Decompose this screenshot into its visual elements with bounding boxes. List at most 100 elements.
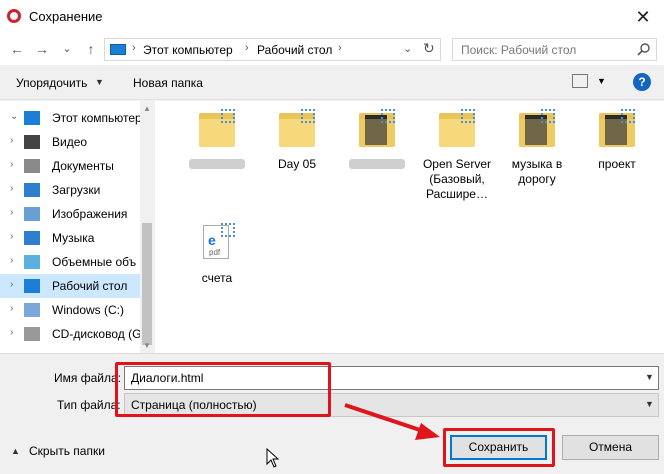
scroll-down-icon[interactable]: ▼ xyxy=(143,341,151,350)
sidebar-item[interactable]: ⌄ Этот компьютер xyxy=(0,106,140,130)
toolbar: Упорядочить ▼ Новая папка ▼ ? xyxy=(0,65,664,100)
chevron-right-icon[interactable]: › xyxy=(10,303,13,314)
chevron-right-icon[interactable]: › xyxy=(10,255,13,266)
file-name: музыка в дорогу xyxy=(511,157,563,186)
breadcrumb-desktop[interactable]: Рабочий стол xyxy=(257,43,332,57)
sidebar-item[interactable]: › Объемные объ xyxy=(0,250,140,274)
sidebar-item[interactable]: › CD-дисковод (G xyxy=(0,322,140,346)
sidebar-item[interactable]: › Видео xyxy=(0,130,140,154)
forward-arrow-icon[interactable]: → xyxy=(33,40,51,58)
3d-objects-icon xyxy=(24,255,40,269)
video-icon xyxy=(24,135,40,149)
organize-menu[interactable]: Упорядочить xyxy=(16,76,87,90)
chevron-right-icon[interactable]: › xyxy=(10,207,13,218)
help-icon[interactable]: ? xyxy=(633,73,651,91)
sidebar-item-label: Объемные объ xyxy=(52,255,137,269)
chevron-right-icon[interactable]: › xyxy=(10,231,13,242)
chevron-right-icon[interactable]: › xyxy=(10,327,13,338)
folder-front-icon xyxy=(279,119,315,147)
up-arrow-icon[interactable]: ↑ xyxy=(82,40,100,58)
folder-front-icon xyxy=(599,119,635,147)
chevron-down-icon[interactable]: ▼ xyxy=(645,372,654,382)
address-bar[interactable]: › Этот компьютер › Рабочий стол › ⌄ ↻ xyxy=(104,38,441,61)
navigation-bar: ← → ⌄ ↑ › Этот компьютер › Рабочий стол … xyxy=(0,34,664,65)
file-name: Day 05 xyxy=(277,157,317,171)
chevron-right-icon[interactable]: › xyxy=(10,159,13,170)
folder-front-icon xyxy=(439,119,475,147)
file-item[interactable]: Day 05 xyxy=(259,105,335,215)
sidebar-scrollbar[interactable]: ▲ ▼ xyxy=(140,101,154,353)
title-bar: Сохранение ✕ xyxy=(0,0,664,34)
chevron-down-icon[interactable]: ⌄ xyxy=(10,111,18,122)
opera-logo-icon xyxy=(7,9,21,23)
shortcut-arrow-icon xyxy=(301,109,315,123)
sidebar-item-label: Рабочий стол xyxy=(52,279,128,293)
refresh-icon[interactable]: ↻ xyxy=(423,40,435,57)
file-name: проект xyxy=(598,157,636,171)
breadcrumb-separator: › xyxy=(132,42,136,54)
annotation-highlight-box xyxy=(115,362,331,417)
desktop-icon xyxy=(24,279,40,293)
computer-icon xyxy=(24,111,40,125)
folder-front-icon xyxy=(359,119,395,147)
shortcut-arrow-icon xyxy=(381,109,395,123)
file-item[interactable] xyxy=(179,105,255,215)
sidebar-item[interactable]: › Музыка xyxy=(0,226,140,250)
scroll-up-icon[interactable]: ▲ xyxy=(143,104,151,113)
chevron-right-icon[interactable]: › xyxy=(10,279,13,290)
close-button[interactable]: ✕ xyxy=(622,0,664,34)
blurred-label xyxy=(189,159,245,169)
sidebar-item-label: Загрузки xyxy=(52,183,101,197)
music-icon xyxy=(24,231,40,245)
window-title: Сохранение xyxy=(29,9,103,24)
scrollbar-thumb[interactable] xyxy=(142,223,152,345)
file-name: Open Server (Базовый, Расшире… xyxy=(422,157,492,201)
hide-folders-button[interactable]: Скрыть папки xyxy=(29,444,105,458)
file-item[interactable]: проект xyxy=(579,105,655,215)
shortcut-arrow-icon xyxy=(621,109,635,123)
divider xyxy=(0,353,664,354)
shortcut-arrow-icon xyxy=(461,109,475,123)
file-name: счета xyxy=(201,271,233,285)
breadcrumb-separator: › xyxy=(245,42,249,54)
sidebar-item-label: Этот компьютер xyxy=(52,111,140,125)
recent-locations-icon[interactable]: ⌄ xyxy=(58,40,76,58)
file-item[interactable]: e pdf счета xyxy=(179,219,255,329)
blurred-label xyxy=(349,159,405,169)
sidebar-item-label: Изображения xyxy=(52,207,128,221)
file-item[interactable] xyxy=(339,105,415,215)
shortcut-arrow-icon xyxy=(541,109,555,123)
shortcut-arrow-icon xyxy=(221,223,235,237)
caret-down-icon[interactable]: ▼ xyxy=(95,77,104,87)
sidebar-item-label: Видео xyxy=(52,135,88,149)
navigation-pane: ⌄ Этот компьютер › Видео › Документы › Загрузки… xyxy=(0,101,154,353)
file-list: Day 05 Open Server (Базовый, Расшире… музы… xyxy=(155,101,664,353)
search-icon xyxy=(637,43,650,56)
filename-label: Имя файла: xyxy=(54,371,121,385)
sidebar-item[interactable]: › Загрузки xyxy=(0,178,140,202)
back-arrow-icon[interactable]: ← xyxy=(8,40,26,58)
sidebar-item[interactable]: › Документы xyxy=(0,154,140,178)
chevron-down-icon[interactable]: ▼ xyxy=(645,399,654,409)
file-item[interactable]: Open Server (Базовый, Расшире… xyxy=(419,105,495,215)
search-input[interactable]: Поиск: Рабочий стол xyxy=(452,38,657,61)
sidebar-item[interactable]: › Рабочий стол xyxy=(0,274,140,298)
caret-up-icon[interactable]: ▲ xyxy=(11,446,20,456)
file-item[interactable]: музыка в дорогу xyxy=(499,105,575,215)
caret-down-icon[interactable]: ▼ xyxy=(597,76,606,86)
shortcut-arrow-icon xyxy=(221,109,235,123)
view-options-icon[interactable] xyxy=(572,74,588,88)
chevron-right-icon[interactable]: › xyxy=(10,183,13,194)
chevron-right-icon[interactable]: › xyxy=(10,135,13,146)
new-folder-button[interactable]: Новая папка xyxy=(133,76,203,90)
breadcrumb-this-pc[interactable]: Этот компьютер xyxy=(143,43,233,57)
drive-icon xyxy=(24,303,40,317)
address-dropdown-icon[interactable]: ⌄ xyxy=(403,42,412,55)
sidebar-item[interactable]: › Изображения xyxy=(0,202,140,226)
folder-front-icon xyxy=(519,119,555,147)
sidebar-item-label: Документы xyxy=(52,159,114,173)
mouse-cursor-icon xyxy=(266,448,280,468)
cancel-button[interactable]: Отмена xyxy=(562,435,659,460)
search-placeholder: Поиск: Рабочий стол xyxy=(461,43,577,57)
sidebar-item[interactable]: › Windows (C:) xyxy=(0,298,140,322)
